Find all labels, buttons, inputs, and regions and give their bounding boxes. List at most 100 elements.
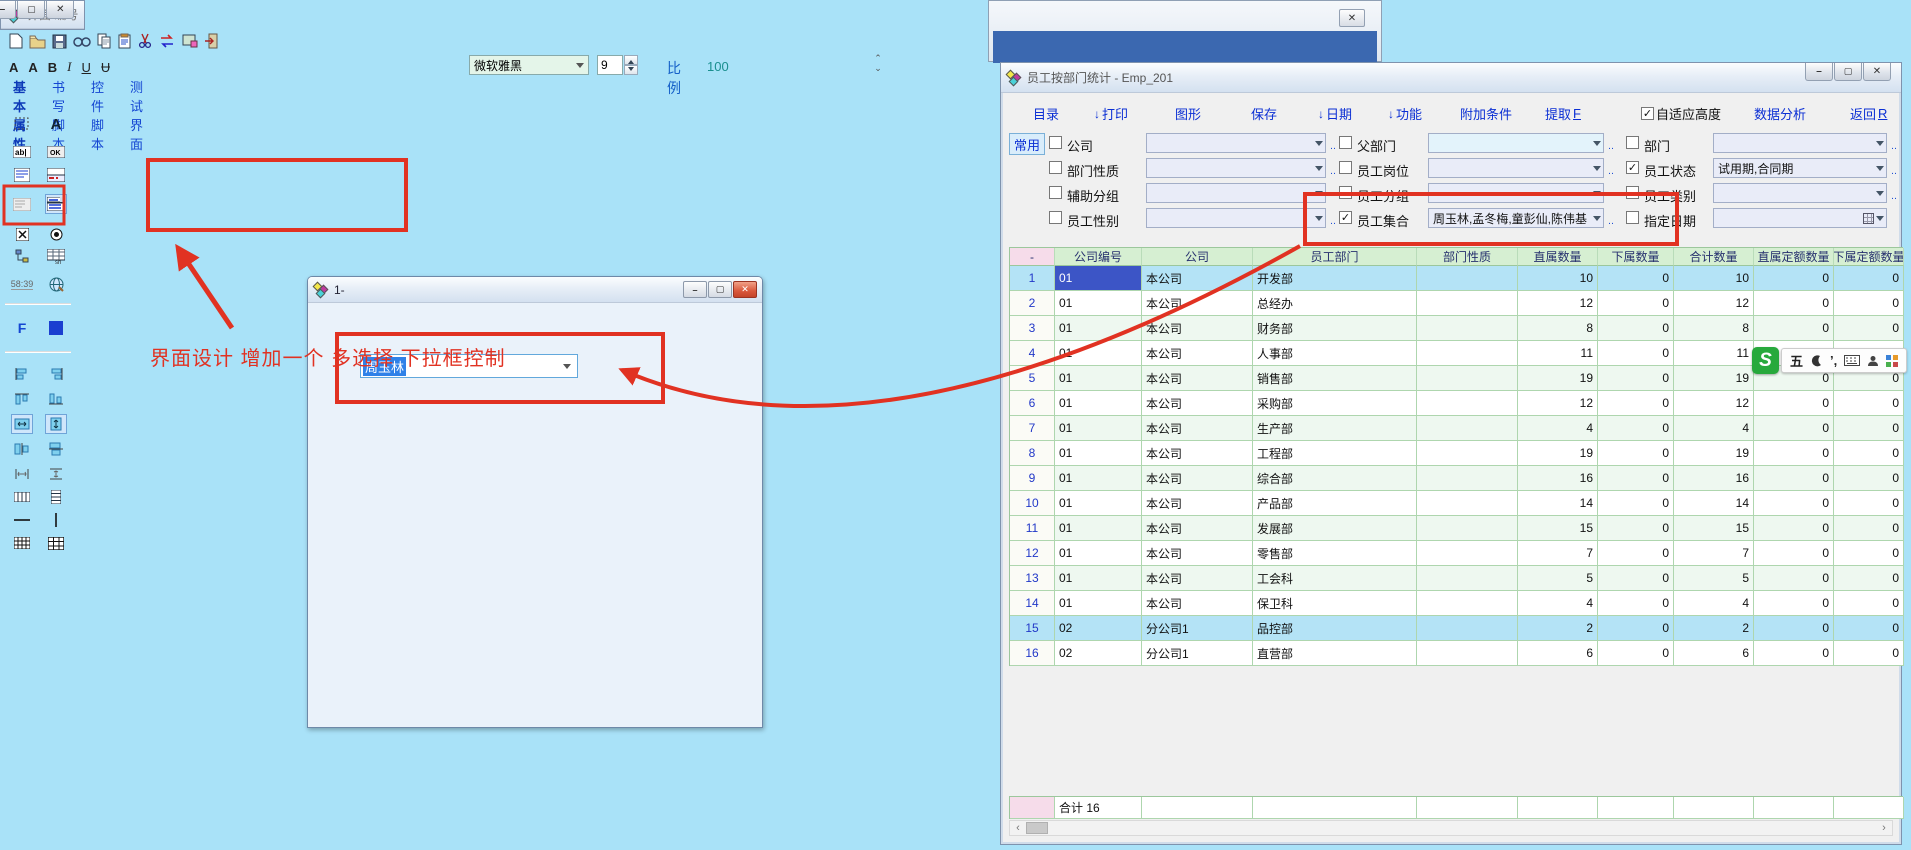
- cell-dept-nature[interactable]: [1417, 491, 1518, 516]
- cell-direct-count[interactable]: 4: [1518, 591, 1598, 616]
- cell-sub-quota[interactable]: 0: [1834, 541, 1904, 566]
- table-row[interactable]: 15 02 分公司1 品控部 2 0 2 0 0: [1010, 616, 1903, 641]
- sogou-logo-icon[interactable]: S: [1752, 347, 1779, 374]
- checkbox-icon[interactable]: [1626, 161, 1639, 174]
- cell-total-count[interactable]: 12: [1674, 391, 1754, 416]
- row-number[interactable]: 2: [1010, 291, 1055, 316]
- cell-total-count[interactable]: 19: [1674, 441, 1754, 466]
- paste-icon[interactable]: [118, 33, 132, 50]
- cell-company[interactable]: 本公司: [1142, 591, 1253, 616]
- cell-company[interactable]: 本公司: [1142, 541, 1253, 566]
- column-header[interactable]: 直属数量: [1518, 248, 1598, 266]
- cell-dept[interactable]: 人事部: [1253, 341, 1417, 366]
- row-number[interactable]: 6: [1010, 391, 1055, 416]
- menu-extract[interactable]: 提取F: [1545, 104, 1581, 123]
- menu-directory[interactable]: 目录: [1033, 104, 1059, 123]
- cell-dept[interactable]: 生产部: [1253, 416, 1417, 441]
- horizontal-scrollbar[interactable]: ‹ ›: [1009, 820, 1893, 836]
- menu-function[interactable]: ↓功能: [1388, 104, 1422, 123]
- cell-direct-count[interactable]: 19: [1518, 441, 1598, 466]
- moon-icon[interactable]: [1810, 354, 1823, 367]
- cell-direct-quota[interactable]: 0: [1754, 316, 1834, 341]
- cell-total-count[interactable]: 14: [1674, 491, 1754, 516]
- designer-titlebar[interactable]: 界面 编号: [1, 1, 84, 29]
- combo-tool-icon[interactable]: [45, 194, 67, 214]
- filter-select-post[interactable]: [1428, 158, 1604, 178]
- cell-company[interactable]: 本公司: [1142, 366, 1253, 391]
- cell-sub-count[interactable]: 0: [1598, 566, 1674, 591]
- cell-company[interactable]: 本公司: [1142, 441, 1253, 466]
- wubi-mode-icon[interactable]: 五: [1790, 351, 1803, 370]
- table-row[interactable]: 11 01 本公司 发展部 15 0 15 0 0: [1010, 516, 1903, 541]
- new-icon[interactable]: [9, 33, 23, 50]
- ellipsis-button[interactable]: ‥: [1330, 216, 1337, 227]
- checkbox-icon[interactable]: [1049, 211, 1062, 224]
- table-row[interactable]: 6 01 本公司 采购部 12 0 12 0 0: [1010, 391, 1903, 416]
- ellipsis-button[interactable]: ‥: [1891, 141, 1898, 152]
- table-row[interactable]: 7 01 本公司 生产部 4 0 4 0 0: [1010, 416, 1903, 441]
- cell-dept-nature[interactable]: [1417, 291, 1518, 316]
- columns-icon[interactable]: [11, 487, 33, 507]
- cell-total-count[interactable]: 4: [1674, 416, 1754, 441]
- cell-company[interactable]: 分公司1: [1142, 641, 1253, 666]
- tab-control-script[interactable]: 控件脚本: [91, 77, 104, 153]
- row-number[interactable]: 8: [1010, 441, 1055, 466]
- cell-dept-nature[interactable]: [1417, 541, 1518, 566]
- cell-direct-quota[interactable]: 0: [1754, 441, 1834, 466]
- swap-arrows-icon[interactable]: [158, 33, 176, 50]
- font-size-input[interactable]: 9: [597, 55, 623, 75]
- space-horizontal-icon[interactable]: [11, 464, 33, 484]
- table-row[interactable]: 13 01 本公司 工会科 5 0 5 0 0: [1010, 566, 1903, 591]
- cell-sub-count[interactable]: 0: [1598, 466, 1674, 491]
- filter-select-gender[interactable]: [1146, 208, 1326, 228]
- table-row[interactable]: 3 01 本公司 财务部 8 0 8 0 0: [1010, 316, 1903, 341]
- rows-icon[interactable]: [45, 487, 67, 507]
- cell-sub-count[interactable]: 0: [1598, 641, 1674, 666]
- row-number[interactable]: 7: [1010, 416, 1055, 441]
- align-top-icon[interactable]: [11, 389, 33, 409]
- checkbox-icon[interactable]: [1339, 186, 1352, 199]
- font-small-icon[interactable]: A: [28, 60, 37, 75]
- cell-dept[interactable]: 采购部: [1253, 391, 1417, 416]
- minimize-button[interactable]: [1805, 63, 1833, 81]
- maximize-button[interactable]: [1834, 63, 1862, 81]
- cell-dept-nature[interactable]: [1417, 616, 1518, 641]
- cell-dept-nature[interactable]: [1417, 591, 1518, 616]
- cell-company-code[interactable]: 01: [1055, 591, 1142, 616]
- edit-tool-icon[interactable]: ab|: [11, 142, 33, 162]
- cell-sub-quota[interactable]: 0: [1834, 616, 1904, 641]
- cell-company-code[interactable]: 01: [1055, 441, 1142, 466]
- table-row[interactable]: 12 01 本公司 零售部 7 0 7 0 0: [1010, 541, 1903, 566]
- cell-direct-count[interactable]: 19: [1518, 366, 1598, 391]
- cell-sub-quota[interactable]: 0: [1834, 316, 1904, 341]
- time-tool-icon[interactable]: 58:39: [11, 274, 33, 294]
- table-row[interactable]: 8 01 本公司 工程部 19 0 19 0 0: [1010, 441, 1903, 466]
- column-header[interactable]: 部门性质: [1417, 248, 1518, 266]
- cell-company-code[interactable]: 01: [1055, 291, 1142, 316]
- cell-company-code[interactable]: 02: [1055, 641, 1142, 666]
- cell-dept[interactable]: 总经办: [1253, 291, 1417, 316]
- select-tool-icon[interactable]: [11, 114, 33, 134]
- table-row[interactable]: 9 01 本公司 综合部 16 0 16 0 0: [1010, 466, 1903, 491]
- cell-company-code[interactable]: 01: [1055, 541, 1142, 566]
- checkbox-icon[interactable]: [1626, 136, 1639, 149]
- filter-select-parent-dept[interactable]: [1428, 133, 1604, 153]
- cell-total-count[interactable]: 5: [1674, 566, 1754, 591]
- cell-company[interactable]: 本公司: [1142, 491, 1253, 516]
- cell-direct-quota[interactable]: 0: [1754, 491, 1834, 516]
- same-width-icon[interactable]: [11, 414, 33, 434]
- copy-icon[interactable]: [97, 33, 112, 50]
- datagrid-tool-icon[interactable]: sh: [45, 246, 67, 266]
- cell-company-code[interactable]: 01: [1055, 391, 1142, 416]
- cell-direct-quota[interactable]: 0: [1754, 466, 1834, 491]
- filter-select-dept-nature[interactable]: [1146, 158, 1326, 178]
- maximize-button[interactable]: [17, 1, 45, 19]
- close-button[interactable]: [1863, 63, 1891, 81]
- close-button[interactable]: [1339, 9, 1365, 27]
- menu-return[interactable]: 返回R: [1850, 104, 1887, 123]
- table-header[interactable]: -公司编号公司员工部门部门性质直属数量下属数量合计数量直属定额数量下属定额数量: [1009, 247, 1903, 266]
- cell-company[interactable]: 本公司: [1142, 341, 1253, 366]
- cell-dept-nature[interactable]: [1417, 316, 1518, 341]
- ellipsis-button[interactable]: ‥: [1608, 141, 1615, 152]
- cell-company-code[interactable]: 01: [1055, 341, 1142, 366]
